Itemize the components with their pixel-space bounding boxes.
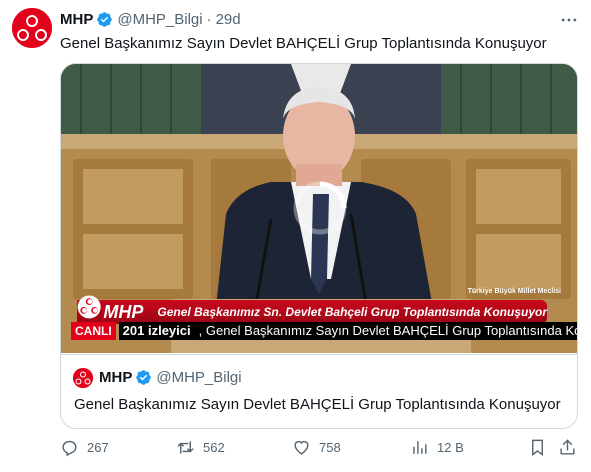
live-status-bar: CANLI 201 izleyici , Genel Başkanımız Sa… bbox=[71, 322, 577, 340]
author-handle[interactable]: @MHP_Bilgi bbox=[117, 11, 202, 28]
views-icon bbox=[413, 440, 427, 454]
like-count: 758 bbox=[319, 439, 341, 455]
author-avatar[interactable] bbox=[12, 8, 52, 48]
separator: · bbox=[206, 10, 212, 28]
share-icon bbox=[560, 439, 575, 455]
live-video[interactable]: Türkiye Büyük Millet Meclisi MHP Genel B… bbox=[61, 64, 577, 353]
like-button[interactable]: 758 bbox=[292, 436, 341, 458]
repost-icon bbox=[177, 440, 194, 454]
tweet-header: MHP @MHP_Bilgi · 29d bbox=[60, 9, 581, 29]
quoted-text: Genel Başkanımız Sayın Devlet BAHÇELİ Gr… bbox=[74, 396, 561, 413]
repost-button[interactable]: 562 bbox=[176, 436, 225, 458]
mhp-logo-icon bbox=[77, 295, 101, 319]
quoted-author-name: MHP bbox=[99, 369, 133, 386]
verified-icon bbox=[97, 11, 113, 27]
mhp-logo-icon bbox=[73, 368, 93, 388]
repost-count: 562 bbox=[203, 439, 225, 455]
lower-third-banner: MHP Genel Başkanımız Sn. Devlet Bahçeli … bbox=[77, 295, 547, 324]
channel-label: Türkiye Büyük Millet Meclisi bbox=[467, 288, 561, 295]
live-title: , Genel Başkanımız Sayın Devlet BAHÇELİ … bbox=[194, 322, 577, 340]
reply-button[interactable]: 267 bbox=[60, 436, 109, 458]
views-button[interactable]: 12 B bbox=[410, 436, 464, 458]
media-card[interactable]: Türkiye Büyük Millet Meclisi MHP Genel B… bbox=[60, 63, 578, 429]
author-name[interactable]: MHP bbox=[60, 11, 93, 28]
lower-third-brand: MHP bbox=[103, 301, 144, 322]
more-icon[interactable] bbox=[559, 10, 579, 30]
live-badge: CANLI bbox=[71, 322, 116, 340]
views-count: 12 B bbox=[437, 439, 464, 455]
reply-count: 267 bbox=[87, 439, 109, 455]
quoted-tweet[interactable]: MHP @MHP_Bilgi Genel Başkanımız Sayın De… bbox=[61, 354, 577, 428]
bookmark-icon bbox=[532, 439, 543, 456]
timestamp[interactable]: 29d bbox=[216, 11, 241, 28]
reply-icon bbox=[62, 440, 77, 456]
share-button[interactable] bbox=[558, 436, 577, 458]
verified-icon bbox=[136, 370, 152, 385]
quoted-author-handle: @MHP_Bilgi bbox=[156, 369, 242, 386]
like-icon bbox=[294, 440, 309, 455]
bookmark-button[interactable] bbox=[528, 436, 547, 458]
mhp-logo-icon bbox=[12, 8, 52, 48]
lower-third-text: Genel Başkanımız Sn. Devlet Bahçeli Grup… bbox=[157, 305, 547, 319]
action-bar: 267 562 758 12 B bbox=[60, 436, 584, 460]
quoted-header: MHP @MHP_Bilgi bbox=[99, 369, 242, 386]
viewer-count: 201 izleyici bbox=[118, 322, 195, 340]
tweet-text: Genel Başkanımız Sayın Devlet BAHÇELİ Gr… bbox=[60, 35, 547, 52]
quoted-author-avatar bbox=[73, 368, 93, 388]
